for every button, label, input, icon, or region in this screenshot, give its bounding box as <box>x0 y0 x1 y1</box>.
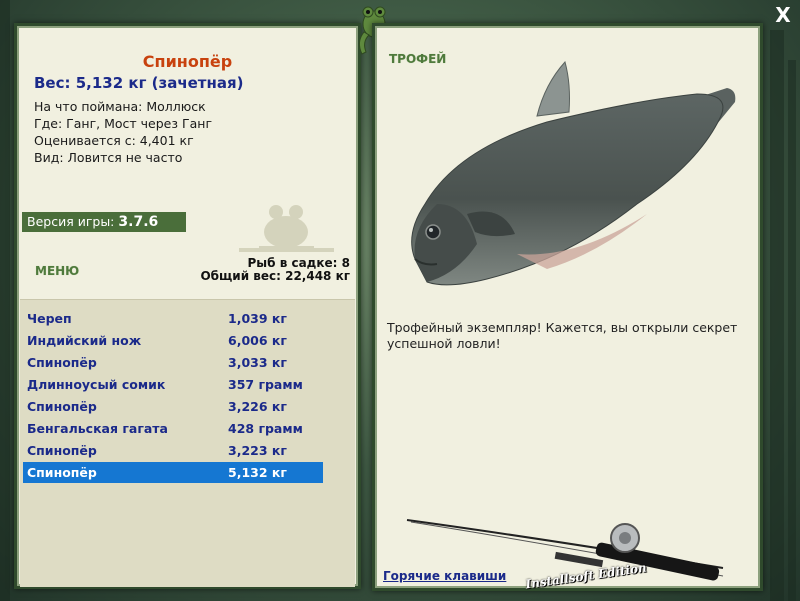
valued-from-info: Оценивается с: 4,401 кг <box>34 133 194 148</box>
species-rarity-info: Вид: Ловится не часто <box>34 150 183 165</box>
catch-list-item[interactable]: Череп 1,039 кг <box>23 308 323 329</box>
catch-name: Индийский нож <box>27 333 142 348</box>
hotkeys-link[interactable]: Горячие клавиши <box>383 569 506 583</box>
catch-list-item[interactable]: Спинопёр 3,223 кг <box>23 440 323 461</box>
background-tree <box>770 30 784 601</box>
catch-list-item[interactable]: Спинопёр 3,226 кг <box>23 396 323 417</box>
version-label: Версия игры: <box>27 214 115 229</box>
catch-list-item[interactable]: Бенгальская гагата 428 грамм <box>23 418 323 439</box>
catch-name: Бенгальская гагата <box>27 421 168 436</box>
fish-illustration <box>411 60 736 286</box>
location-info: Где: Ганг, Мост через Ганг <box>34 116 213 131</box>
catch-list-item-selected[interactable]: Спинопёр 5,132 кг <box>23 462 323 483</box>
catch-weight: 1,039 кг <box>228 311 287 326</box>
catch-name: Череп <box>27 311 72 326</box>
close-button[interactable]: X <box>771 4 795 26</box>
catch-weight: 428 грамм <box>228 421 303 436</box>
version-value: 3.7.6 <box>118 214 159 230</box>
cage-fish-count: Рыб в садке: 8 <box>247 256 351 270</box>
catch-list-item[interactable]: Индийский нож 6,006 кг <box>23 330 323 351</box>
catch-name: Спинопёр <box>27 465 97 480</box>
catch-name: Спинопёр <box>27 399 97 414</box>
cage-total-weight: Общий вес: 22,448 кг <box>200 269 350 283</box>
catch-weight: 5,132 кг <box>228 465 287 480</box>
catch-weight: 3,223 кг <box>228 443 287 458</box>
catch-list-item[interactable]: Спинопёр 3,033 кг <box>23 352 323 373</box>
catch-info-panel: Спинопёр Вес: 5,132 кг (зачетная) На что… <box>14 23 361 589</box>
close-icon: X <box>775 3 791 27</box>
bait-info: На что поймана: Моллюск <box>34 99 206 114</box>
trophy-message: Трофейный экземпляр! Кажется, вы открыли… <box>387 320 738 351</box>
catch-weight: 3,226 кг <box>228 399 287 414</box>
catch-list: Череп 1,039 кг Индийский нож 6,006 кг Сп… <box>20 299 355 587</box>
catch-weight: 6,006 кг <box>228 333 287 348</box>
background-tree <box>788 60 796 601</box>
menu-button[interactable]: МЕНЮ <box>35 264 79 278</box>
trophy-panel: ТРОФЕЙ Трофейный экземпляр! Кажется, вы … <box>372 23 763 591</box>
catch-weight: 3,033 кг <box>228 355 287 370</box>
fish-weight: Вес: 5,132 кг (зачетная) <box>34 74 244 92</box>
game-version: Версия игры: 3.7.6 <box>22 212 186 232</box>
background-tree <box>0 0 10 601</box>
catch-list-item[interactable]: Длинноусый сомик 357 грамм <box>23 374 323 395</box>
catch-name: Спинопёр <box>27 355 97 370</box>
catch-name: Длинноусый сомик <box>27 377 166 392</box>
catch-name: Спинопёр <box>27 443 97 458</box>
fish-title: Спинопёр <box>142 52 233 71</box>
catch-weight: 357 грамм <box>228 377 303 392</box>
